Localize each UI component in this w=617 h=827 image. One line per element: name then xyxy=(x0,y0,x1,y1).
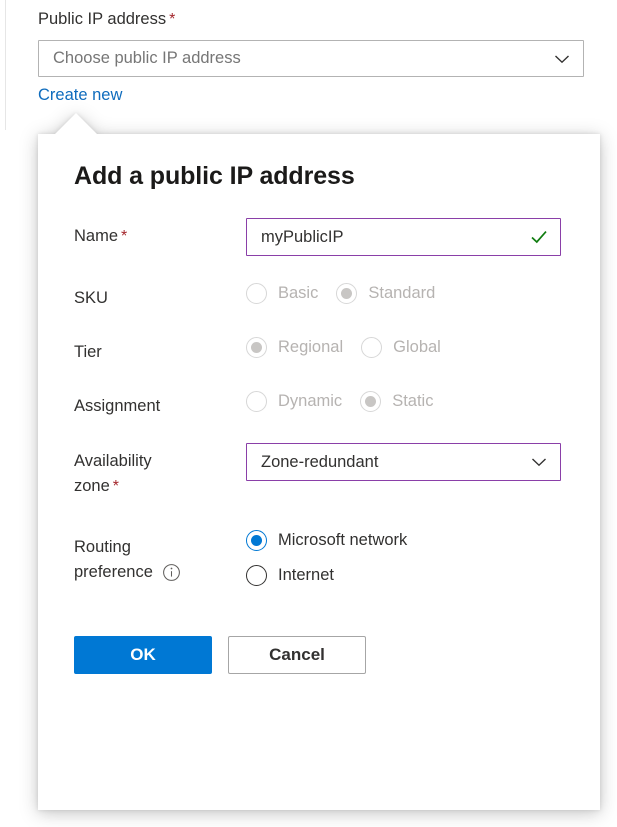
name-row: Name* myPublicIP xyxy=(74,218,566,256)
public-ip-address-label-text: Public IP address xyxy=(38,10,166,28)
availability-zone-label-line1: Availability xyxy=(74,449,246,474)
chevron-down-icon xyxy=(528,451,550,473)
tier-option-global-label: Global xyxy=(393,336,441,358)
name-label: Name* xyxy=(74,218,246,249)
callout-beak xyxy=(54,113,98,135)
assignment-option-static: Static xyxy=(360,390,433,412)
radio-indicator xyxy=(246,391,267,412)
radio-indicator-selected xyxy=(360,391,381,412)
ok-button[interactable]: OK xyxy=(74,636,212,674)
sku-row: SKU Basic Standard xyxy=(74,280,566,311)
name-label-text: Name xyxy=(74,227,118,245)
routing-preference-control: Microsoft network Internet xyxy=(246,529,566,586)
public-ip-address-field: Public IP address* Choose public IP addr… xyxy=(38,8,584,106)
availability-zone-dropdown[interactable]: Zone-redundant xyxy=(246,443,561,481)
availability-zone-control: Zone-redundant xyxy=(246,443,566,481)
cancel-button[interactable]: Cancel xyxy=(228,636,366,674)
assignment-option-dynamic-label: Dynamic xyxy=(278,390,342,412)
sku-option-standard: Standard xyxy=(336,282,435,304)
tier-label: Tier xyxy=(74,334,246,365)
assignment-row: Assignment Dynamic Static xyxy=(74,388,566,419)
routing-preference-radio-group: Microsoft network Internet xyxy=(246,529,566,586)
create-new-link[interactable]: Create new xyxy=(38,84,122,106)
sku-option-basic-label: Basic xyxy=(278,282,318,304)
add-public-ip-dialog: Add a public IP address Name* myPublicIP… xyxy=(38,134,600,810)
routing-preference-option-internet-label: Internet xyxy=(278,564,334,586)
tier-option-regional: Regional xyxy=(246,336,343,358)
radio-indicator-selected xyxy=(336,283,357,304)
sku-label: SKU xyxy=(74,280,246,311)
routing-preference-option-microsoft-network-label: Microsoft network xyxy=(278,529,407,551)
assignment-option-static-label: Static xyxy=(392,390,433,412)
required-asterisk: * xyxy=(113,478,119,495)
radio-indicator-selected[interactable] xyxy=(246,530,267,551)
routing-preference-row: Routing preference Microsof xyxy=(74,529,566,586)
routing-preference-option-internet[interactable]: Internet xyxy=(246,564,566,586)
name-input-wrapper[interactable]: myPublicIP xyxy=(246,218,561,256)
tier-option-regional-label: Regional xyxy=(278,336,343,358)
radio-indicator[interactable] xyxy=(246,565,267,586)
name-control: myPublicIP xyxy=(246,218,566,256)
public-ip-address-dropdown-value: Choose public IP address xyxy=(53,49,551,68)
availability-zone-row: Availability zone* Zone-redundant xyxy=(74,443,566,499)
tier-row: Tier Regional Global xyxy=(74,334,566,365)
availability-zone-value: Zone-redundant xyxy=(261,453,528,472)
availability-zone-label: Availability zone* xyxy=(74,443,246,499)
info-circle-icon[interactable] xyxy=(162,563,181,582)
radio-indicator xyxy=(361,337,382,358)
assignment-radio-group: Dynamic Static xyxy=(246,388,566,412)
sku-option-basic: Basic xyxy=(246,282,318,304)
dialog-title: Add a public IP address xyxy=(74,160,566,192)
routing-preference-label-line2: preference xyxy=(74,560,153,585)
availability-zone-label-line2: zone xyxy=(74,477,110,495)
required-asterisk: * xyxy=(121,228,127,245)
tier-radio-group: Regional Global xyxy=(246,334,566,358)
assignment-control: Dynamic Static xyxy=(246,388,566,412)
sku-option-standard-label: Standard xyxy=(368,282,435,304)
assignment-option-dynamic: Dynamic xyxy=(246,390,342,412)
radio-indicator-selected xyxy=(246,337,267,358)
add-public-ip-callout: Add a public IP address Name* myPublicIP… xyxy=(38,113,600,810)
dialog-actions: OK Cancel xyxy=(74,636,566,674)
routing-preference-label-line1: Routing xyxy=(74,535,246,560)
assignment-label: Assignment xyxy=(74,388,246,419)
routing-preference-label: Routing preference xyxy=(74,529,246,585)
name-input[interactable]: myPublicIP xyxy=(261,228,528,247)
sku-radio-group: Basic Standard xyxy=(246,280,566,304)
routing-preference-option-microsoft-network[interactable]: Microsoft network xyxy=(246,529,566,551)
checkmark-icon xyxy=(528,226,550,248)
required-asterisk: * xyxy=(169,11,175,28)
tier-option-global: Global xyxy=(361,336,441,358)
page-edge-divider xyxy=(5,0,6,130)
tier-control: Regional Global xyxy=(246,334,566,358)
sku-control: Basic Standard xyxy=(246,280,566,304)
public-ip-address-dropdown[interactable]: Choose public IP address xyxy=(38,40,584,77)
public-ip-address-label: Public IP address* xyxy=(38,8,584,31)
radio-indicator xyxy=(246,283,267,304)
chevron-down-icon xyxy=(551,48,573,70)
